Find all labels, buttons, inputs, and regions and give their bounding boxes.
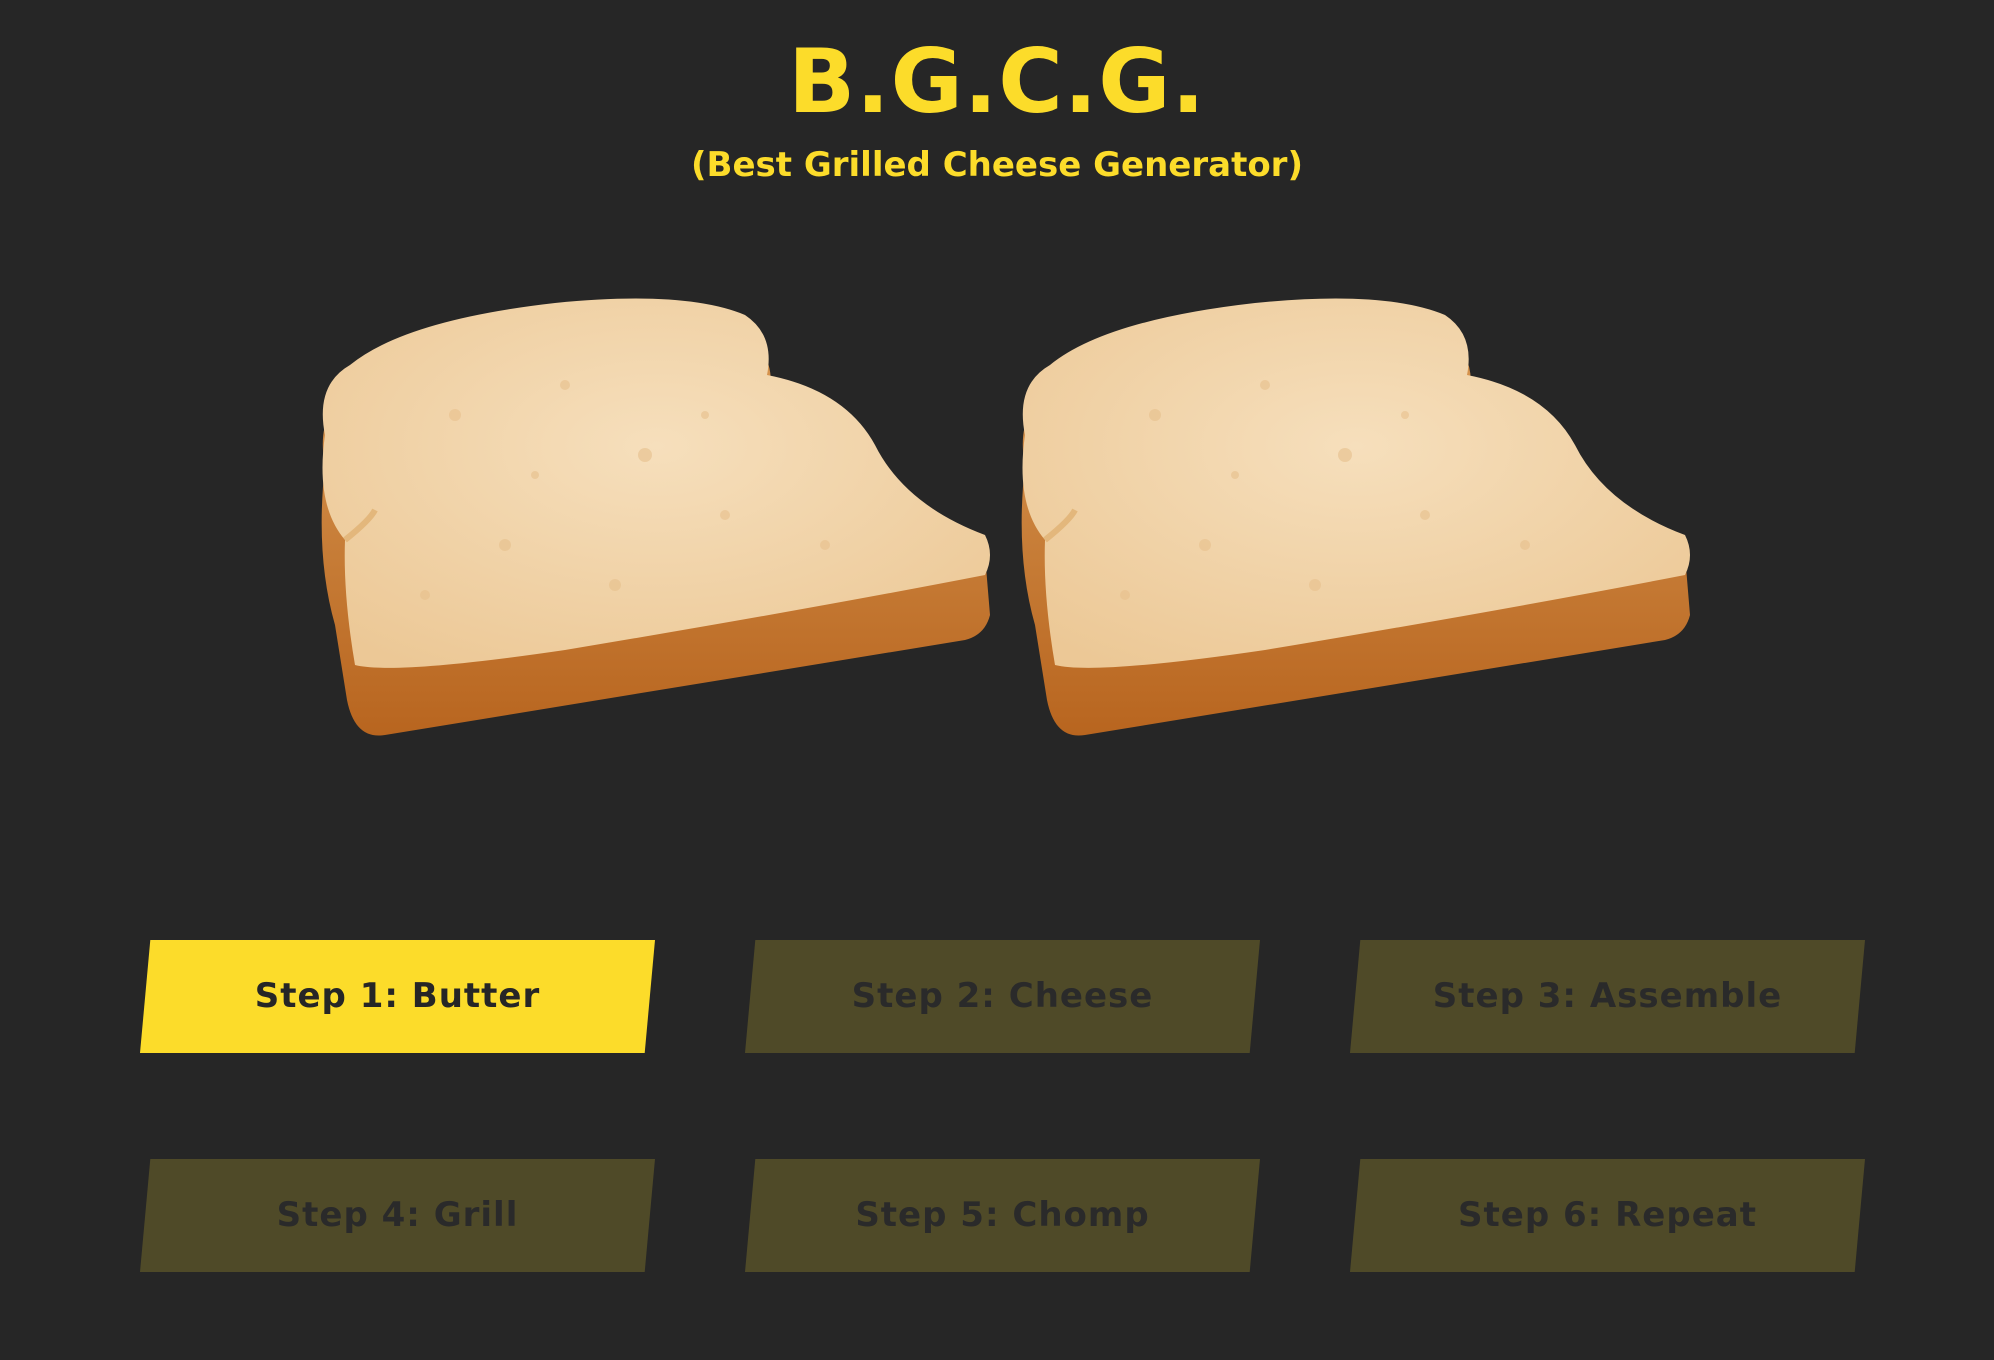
bread-slice-image (321, 298, 991, 736)
step-button-label: Step 2: Cheese (851, 976, 1154, 1016)
step-button-label: Step 1: Butter (254, 976, 541, 1016)
step-3-assemble-button[interactable]: Step 3: Assemble (1350, 940, 1865, 1053)
step-button-label: Step 4: Grill (276, 1195, 519, 1235)
page-subtitle: (Best Grilled Cheese Generator) (691, 145, 1303, 185)
step-6-repeat-button[interactable]: Step 6: Repeat (1350, 1159, 1865, 1272)
step-button-label: Step 5: Chomp (855, 1195, 1150, 1235)
bread-slice-image (1021, 298, 1690, 736)
step-button-label: Step 3: Assemble (1432, 976, 1783, 1016)
page-title: B.G.C.G. (788, 30, 1206, 133)
step-1-butter-button[interactable]: Step 1: Butter (140, 940, 655, 1053)
step-4-grill-button[interactable]: Step 4: Grill (140, 1159, 655, 1272)
step-button-label: Step 6: Repeat (1458, 1195, 1757, 1235)
step-5-chomp-button[interactable]: Step 5: Chomp (745, 1159, 1260, 1272)
app-page: B.G.C.G. (Best Grilled Cheese Generator) (0, 0, 1994, 1360)
bread-slice-left (305, 295, 995, 755)
step-2-cheese-button[interactable]: Step 2: Cheese (745, 940, 1260, 1053)
bread-slice-right (1005, 295, 1695, 755)
